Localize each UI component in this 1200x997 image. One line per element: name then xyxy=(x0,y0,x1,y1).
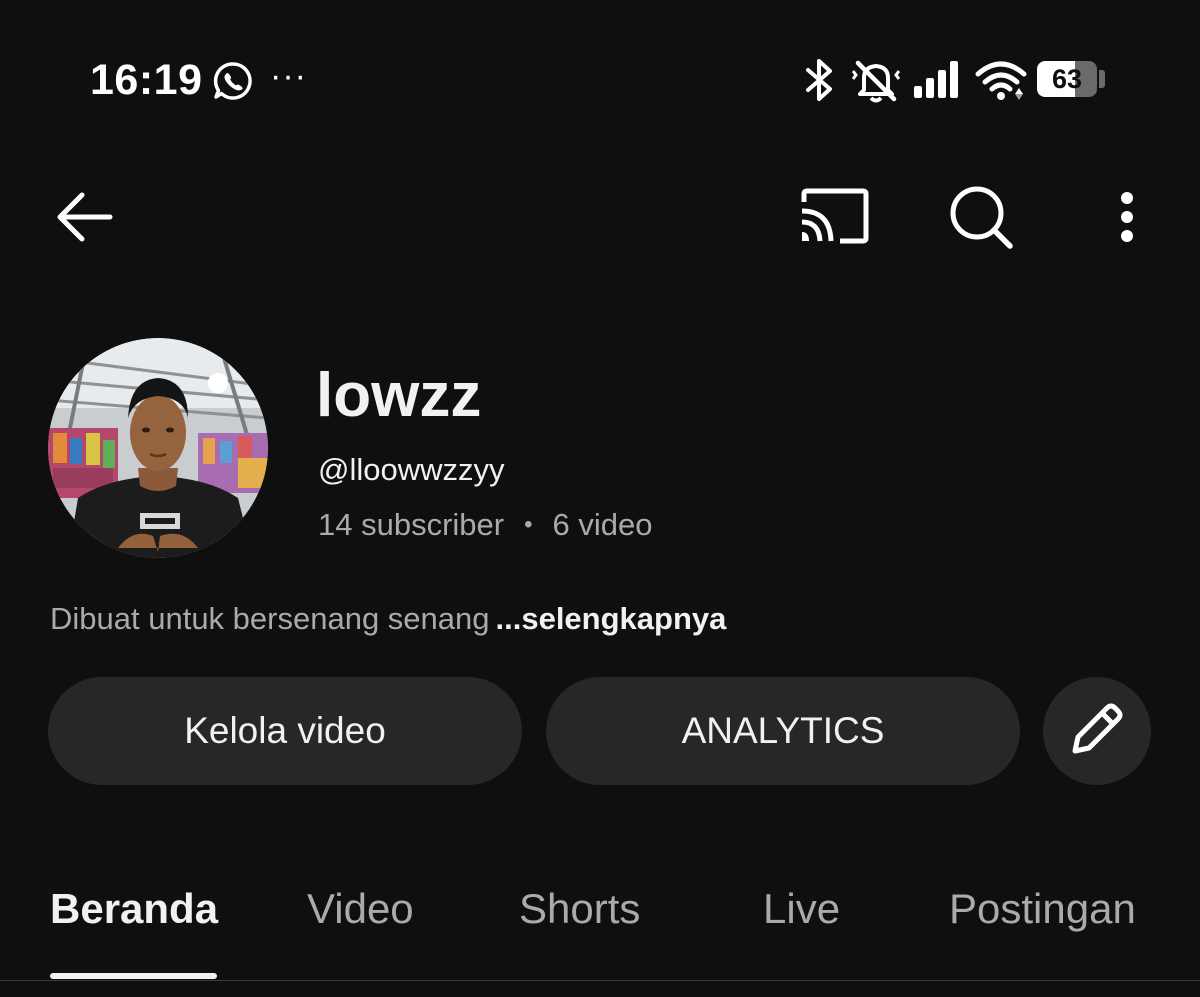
channel-description[interactable]: Dibuat untuk bersenang senang ...selengka… xyxy=(50,598,726,640)
tab-shorts[interactable]: Shorts xyxy=(519,884,640,934)
battery-tip xyxy=(1099,70,1105,88)
wifi-icon xyxy=(975,58,1029,102)
battery-level: 63 xyxy=(1051,64,1083,94)
description-text: Dibuat untuk bersenang senang xyxy=(50,601,490,636)
more-link[interactable]: ...selengkapnya xyxy=(496,601,727,636)
channel-handle: @lloowwzzyy xyxy=(318,452,505,487)
tab-home[interactable]: Beranda xyxy=(50,884,218,934)
pencil-icon xyxy=(1065,697,1129,766)
whatsapp-icon xyxy=(212,60,254,102)
tabs-divider xyxy=(0,980,1200,981)
avatar[interactable] xyxy=(48,338,268,558)
battery-icon: 63 xyxy=(1037,61,1097,97)
subscriber-count: 14 subscriber xyxy=(318,507,505,542)
channel-stats: 14 subscriber • 6 video xyxy=(318,505,652,545)
stats-separator: • xyxy=(524,511,533,538)
active-tab-indicator xyxy=(50,973,217,979)
channel-name: lowzz xyxy=(316,361,482,430)
tab-posts[interactable]: Postingan xyxy=(949,884,1136,934)
cast-icon[interactable] xyxy=(798,186,872,248)
status-time: 16:19 xyxy=(90,56,203,104)
manage-videos-button[interactable]: Kelola video xyxy=(48,677,522,785)
analytics-button[interactable]: ANALYTICS xyxy=(546,677,1020,785)
signal-icon xyxy=(912,58,962,100)
search-icon[interactable] xyxy=(946,182,1016,252)
edit-channel-button[interactable] xyxy=(1043,677,1151,785)
notification-more-icon: ··· xyxy=(270,57,307,95)
back-arrow-icon[interactable] xyxy=(52,186,118,248)
tab-videos[interactable]: Video xyxy=(307,884,414,934)
bluetooth-icon xyxy=(802,56,838,104)
video-count: 6 video xyxy=(552,507,653,542)
tab-live[interactable]: Live xyxy=(763,884,840,934)
silent-mode-icon xyxy=(850,58,902,104)
more-vert-icon[interactable] xyxy=(1105,186,1149,248)
